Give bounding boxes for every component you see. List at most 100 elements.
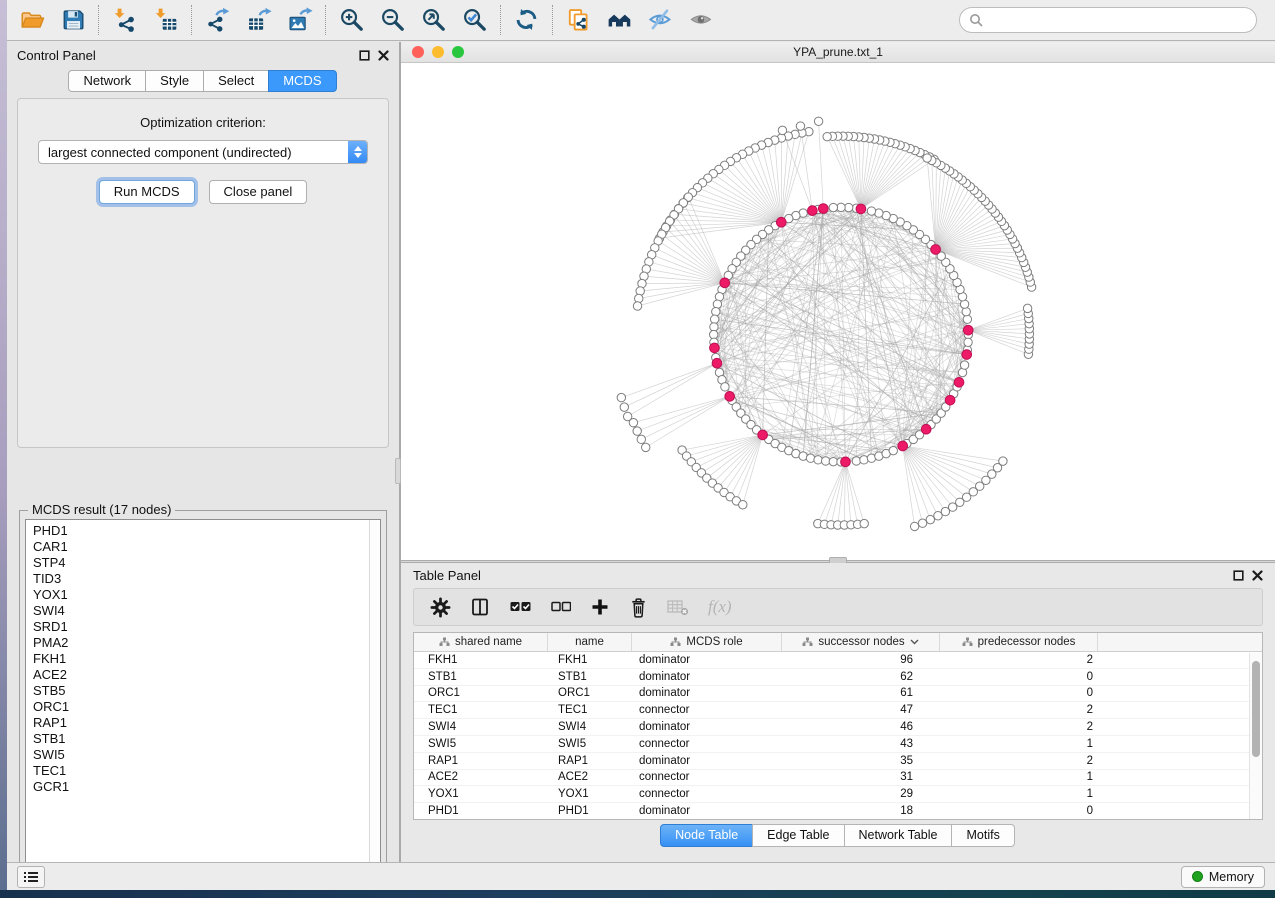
network-node[interactable] bbox=[710, 323, 718, 331]
network-node[interactable] bbox=[829, 457, 837, 465]
mcds-result-item[interactable]: ORC1 bbox=[33, 699, 380, 715]
network-canvas[interactable] bbox=[401, 63, 1275, 561]
hide-selected-button[interactable] bbox=[640, 2, 681, 38]
table-row[interactable]: SWI4SWI4dominator462 bbox=[414, 719, 1262, 736]
import-network-button[interactable] bbox=[104, 2, 145, 38]
mcds-node[interactable] bbox=[720, 278, 730, 288]
mcds-result-item[interactable]: STP4 bbox=[33, 555, 380, 571]
close-panel-button[interactable]: Close panel bbox=[209, 180, 308, 204]
network-node[interactable] bbox=[860, 519, 868, 527]
network-node[interactable] bbox=[721, 383, 729, 391]
zoom-out-button[interactable] bbox=[372, 2, 413, 38]
network-node[interactable] bbox=[829, 203, 837, 211]
mcds-result-item[interactable]: YOX1 bbox=[33, 587, 380, 603]
network-node[interactable] bbox=[806, 454, 814, 462]
network-node[interactable] bbox=[963, 315, 971, 323]
run-mcds-button[interactable]: Run MCDS bbox=[99, 180, 195, 204]
mcds-result-item[interactable]: PHD1 bbox=[33, 523, 380, 539]
clone-network-button[interactable] bbox=[558, 2, 599, 38]
close-panel-icon[interactable] bbox=[1252, 570, 1263, 581]
mcds-result-item[interactable]: PMA2 bbox=[33, 635, 380, 651]
zoom-window-button[interactable] bbox=[452, 46, 464, 58]
tab-style[interactable]: Style bbox=[145, 70, 204, 92]
refresh-button[interactable] bbox=[506, 2, 547, 38]
column-header-successor-nodes[interactable]: successor nodes bbox=[782, 633, 940, 651]
mcds-node[interactable] bbox=[725, 392, 735, 402]
network-node[interactable] bbox=[926, 515, 934, 523]
save-session-button[interactable] bbox=[52, 2, 93, 38]
delete-column-button[interactable] bbox=[629, 597, 648, 618]
network-node[interactable] bbox=[710, 330, 718, 338]
table-row[interactable]: FKH1FKH1dominator962 bbox=[414, 652, 1262, 669]
mcds-result-item[interactable]: SWI4 bbox=[33, 603, 380, 619]
network-node[interactable] bbox=[739, 501, 747, 509]
network-node[interactable] bbox=[633, 302, 641, 310]
table-row[interactable]: PHD1PHD1dominator180 bbox=[414, 803, 1262, 820]
network-node[interactable] bbox=[918, 519, 926, 527]
mcds-node[interactable] bbox=[710, 343, 720, 353]
mcds-node[interactable] bbox=[712, 358, 722, 368]
column-header-mcds-role[interactable]: MCDS role bbox=[632, 633, 782, 651]
network-node[interactable] bbox=[910, 522, 918, 530]
close-panel-icon[interactable] bbox=[378, 50, 389, 61]
table-scrollbar-thumb[interactable] bbox=[1252, 661, 1260, 757]
mcds-result-item[interactable]: TEC1 bbox=[33, 763, 380, 779]
table-settings-button[interactable] bbox=[430, 597, 451, 618]
table-row[interactable]: ACE2ACE2connector311 bbox=[414, 770, 1262, 787]
network-node[interactable] bbox=[814, 456, 822, 464]
mcds-node[interactable] bbox=[758, 430, 768, 440]
zoom-selected-button[interactable] bbox=[454, 2, 495, 38]
splitter-grip-vertical[interactable] bbox=[395, 458, 401, 484]
select-all-rows-button[interactable] bbox=[509, 600, 532, 614]
network-node[interactable] bbox=[923, 154, 931, 162]
network-graph[interactable] bbox=[401, 63, 1275, 561]
network-node[interactable] bbox=[960, 361, 968, 369]
mcds-result-item[interactable]: STB1 bbox=[33, 731, 380, 747]
show-hidden-panels-button[interactable] bbox=[17, 866, 45, 888]
tab-mcds[interactable]: MCDS bbox=[268, 70, 336, 92]
show-all-button[interactable] bbox=[681, 2, 722, 38]
network-node[interactable] bbox=[637, 435, 645, 443]
add-column-button[interactable] bbox=[590, 597, 610, 617]
network-node[interactable] bbox=[635, 294, 643, 302]
table-row[interactable]: STB1STB1dominator620 bbox=[414, 669, 1262, 686]
mcds-result-item[interactable]: SWI5 bbox=[33, 747, 380, 763]
table-row[interactable]: YOX1YOX1connector291 bbox=[414, 786, 1262, 803]
mcds-node[interactable] bbox=[921, 424, 931, 434]
network-node[interactable] bbox=[867, 207, 875, 215]
zoom-in-button[interactable] bbox=[331, 2, 372, 38]
choose-columns-button[interactable] bbox=[470, 597, 490, 617]
table-row[interactable]: TEC1TEC1connector472 bbox=[414, 702, 1262, 719]
mcds-node[interactable] bbox=[856, 204, 866, 214]
network-node[interactable] bbox=[962, 307, 970, 315]
tab-edge-table[interactable]: Edge Table bbox=[752, 824, 844, 847]
column-header-name[interactable]: name bbox=[548, 633, 632, 651]
network-node[interactable] bbox=[778, 126, 786, 134]
export-image-button[interactable] bbox=[279, 2, 320, 38]
table-row[interactable]: RAP1RAP1dominator352 bbox=[414, 753, 1262, 770]
network-node[interactable] bbox=[642, 443, 650, 451]
network-node[interactable] bbox=[620, 403, 628, 411]
column-header-predecessor-nodes[interactable]: predecessor nodes bbox=[940, 633, 1098, 651]
tab-motifs[interactable]: Motifs bbox=[951, 824, 1014, 847]
minimize-window-button[interactable] bbox=[432, 46, 444, 58]
network-node[interactable] bbox=[712, 307, 720, 315]
network-node[interactable] bbox=[964, 338, 972, 346]
network-node[interactable] bbox=[796, 122, 804, 130]
network-node[interactable] bbox=[710, 315, 718, 323]
zoom-fit-button[interactable] bbox=[413, 2, 454, 38]
network-node[interactable] bbox=[889, 446, 897, 454]
close-window-button[interactable] bbox=[412, 46, 424, 58]
search-input[interactable] bbox=[989, 13, 1247, 28]
tab-network[interactable]: Network bbox=[68, 70, 146, 92]
column-header-shared-name[interactable]: shared name bbox=[414, 633, 548, 651]
import-table-button[interactable] bbox=[145, 2, 186, 38]
mcds-node[interactable] bbox=[776, 217, 786, 227]
network-node[interactable] bbox=[844, 203, 852, 211]
network-node[interactable] bbox=[821, 457, 829, 465]
network-node[interactable] bbox=[860, 456, 868, 464]
network-node[interactable] bbox=[617, 393, 625, 401]
open-session-button[interactable] bbox=[11, 2, 52, 38]
mcds-node[interactable] bbox=[808, 206, 818, 216]
network-node[interactable] bbox=[713, 300, 721, 308]
